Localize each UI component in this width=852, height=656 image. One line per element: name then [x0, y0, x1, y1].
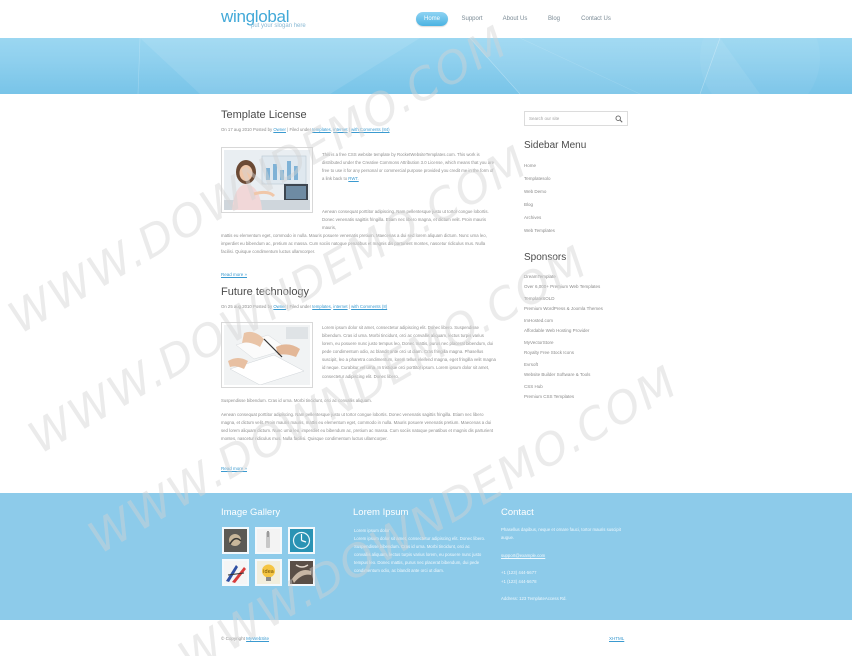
- sponsor-description: Royalty Free Stock Icons: [524, 350, 575, 355]
- sponsor-description: Over 6,000+ Premium Web Templates: [524, 284, 601, 289]
- site-header: winglobal put your slogan here Home Supp…: [0, 0, 852, 38]
- post-filed-label: | Filed under: [287, 127, 311, 132]
- sponsor-description: Premium WordPress & Joomla Themes: [524, 306, 603, 311]
- post-paragraph: This is a free CSS website template by R…: [322, 151, 497, 183]
- sponsor-link[interactable]: Evrsoft: [524, 362, 538, 367]
- gallery-image: [224, 561, 247, 584]
- sponsors-title: Sponsors: [524, 252, 567, 263]
- post-date: On 25 aug 2010 Posted by: [221, 304, 273, 309]
- sponsor-description: Premium CSS Templates: [524, 394, 575, 399]
- contact-title: Contact: [501, 507, 534, 518]
- post-title[interactable]: Template License: [221, 109, 501, 122]
- post-comments-link[interactable]: with Comments (8): [351, 304, 387, 309]
- post-paragraph: Aenean consequat porttitor adipiscing. N…: [221, 412, 494, 442]
- gallery-thumb[interactable]: idea: [255, 559, 282, 586]
- nav-support[interactable]: Support: [458, 12, 486, 26]
- post-paragraph: mattis eu elementum eget, commodo in nul…: [221, 233, 487, 255]
- sidebar-menu-item[interactable]: Web Templates: [524, 228, 555, 233]
- sidebar-menu-item[interactable]: Templatesolo: [524, 176, 551, 181]
- post-author-link[interactable]: Owner: [273, 127, 286, 132]
- read-more-link[interactable]: Read more »: [221, 466, 247, 471]
- contact-phone: +1 (123) 444-5677: [501, 570, 537, 575]
- nav-blog[interactable]: Blog: [543, 12, 565, 26]
- blog-post: Template License On 17 aug 2010 Posted b…: [221, 109, 501, 277]
- post-tag-link[interactable]: templates: [312, 304, 331, 309]
- sponsor-description: Website Builder Software & Tools: [524, 372, 591, 377]
- hands-documents-image: [224, 325, 310, 385]
- gallery-image: [290, 529, 313, 552]
- post-date: On 17 aug 2010 Posted by: [221, 127, 273, 132]
- header-banner: [0, 38, 852, 94]
- sponsor-description: Affordable Web Hosting Provider: [524, 328, 590, 333]
- read-more-link[interactable]: Read more »: [221, 272, 247, 277]
- post-tag-link[interactable]: internet: [333, 304, 347, 309]
- blog-post: Future technology On 25 aug 2010 Posted …: [221, 286, 501, 471]
- lorem-heading: Lorem ipsum dolor: [354, 528, 390, 533]
- banner-pattern: [137, 38, 820, 94]
- search-icon[interactable]: [615, 115, 623, 123]
- post-meta: On 17 aug 2010 Posted by Owner | Filed u…: [221, 127, 390, 132]
- post-image: [221, 147, 313, 213]
- copyright-text: © Copyright: [221, 636, 245, 641]
- sidebar-menu-item[interactable]: Blog: [524, 202, 533, 207]
- contact-email-link[interactable]: support@example.com: [501, 553, 545, 558]
- nav-contact-us[interactable]: Contact Us: [578, 12, 614, 26]
- copyright-link[interactable]: MyWebSite: [246, 636, 269, 641]
- gallery-image: idea: [257, 561, 280, 584]
- gallery-image: [224, 529, 247, 552]
- post-paragraph: Suspendisse bibendum. Cras id urna. Morb…: [221, 398, 372, 403]
- post-filed-label: | Filed under: [287, 304, 311, 309]
- site-footer: Image Gallery idea Lorem Ipsum Lorem ips…: [0, 493, 852, 620]
- gallery-image: [290, 561, 313, 584]
- main-nav: Home Support About Us Blog Contact Us: [0, 12, 852, 26]
- sponsor-link[interactable]: MyVectorStore: [524, 340, 554, 345]
- post-title[interactable]: Future technology: [221, 286, 501, 299]
- contact-address: Address: 123 TemplateAccess Rd.: [501, 596, 567, 601]
- post-image: [221, 322, 313, 388]
- sidebar-menu-item[interactable]: Home: [524, 163, 536, 168]
- gallery-thumb[interactable]: [288, 527, 315, 554]
- contact-phone: +1 (123) 444-5678: [501, 579, 537, 584]
- gallery-thumb[interactable]: [222, 559, 249, 586]
- nav-about-us[interactable]: About Us: [500, 12, 530, 26]
- search-box[interactable]: Search our site: [524, 111, 628, 126]
- post-author-link[interactable]: Owner: [273, 304, 286, 309]
- nav-home[interactable]: Home: [416, 12, 448, 26]
- sponsor-link[interactable]: ImHosted.com: [524, 318, 553, 323]
- post-inline-link[interactable]: RWT.: [348, 176, 358, 181]
- copyright: © Copyright MyWebSite: [221, 636, 269, 641]
- sponsor-link[interactable]: TemplateSOLD: [524, 296, 555, 301]
- post-meta: On 25 aug 2010 Posted by Owner | Filed u…: [221, 304, 388, 309]
- post-paragraph: Aenean consequat porttitor adipiscing. N…: [322, 209, 489, 231]
- svg-text:idea: idea: [263, 569, 274, 575]
- sidebar-menu-item[interactable]: Web Demo: [524, 189, 546, 194]
- gallery-image: [257, 529, 280, 552]
- bottom-bar: © Copyright MyWebSite XHTML: [0, 620, 852, 656]
- search-input[interactable]: Search our site: [529, 116, 559, 121]
- office-woman-image: [224, 150, 310, 210]
- sidebar-menu-title: Sidebar Menu: [524, 140, 587, 151]
- post-paragraph: Lorem ipsum dolor sit amet, consectetur …: [322, 325, 496, 379]
- gallery-title: Image Gallery: [221, 507, 281, 518]
- sponsor-link[interactable]: CSS Hub: [524, 384, 543, 389]
- contact-text: Phasellus dapibus, neque et ornare fauci…: [501, 527, 621, 540]
- lorem-title: Lorem Ipsum: [353, 507, 409, 518]
- gallery-thumb[interactable]: [255, 527, 282, 554]
- sponsor-link[interactable]: DreamTemplate: [524, 274, 556, 279]
- gallery-thumb[interactable]: [288, 559, 315, 586]
- lorem-text: Lorem ipsum dolor sit amet, consectetur …: [354, 536, 486, 573]
- gallery-thumb[interactable]: [222, 527, 249, 554]
- post-tag-link[interactable]: templates: [312, 127, 331, 132]
- post-comments-link[interactable]: with Comments (84): [351, 127, 389, 132]
- post-tag-link[interactable]: internet: [333, 127, 347, 132]
- sidebar-menu-item[interactable]: Archives: [524, 215, 541, 220]
- validate-link[interactable]: XHTML: [609, 636, 624, 641]
